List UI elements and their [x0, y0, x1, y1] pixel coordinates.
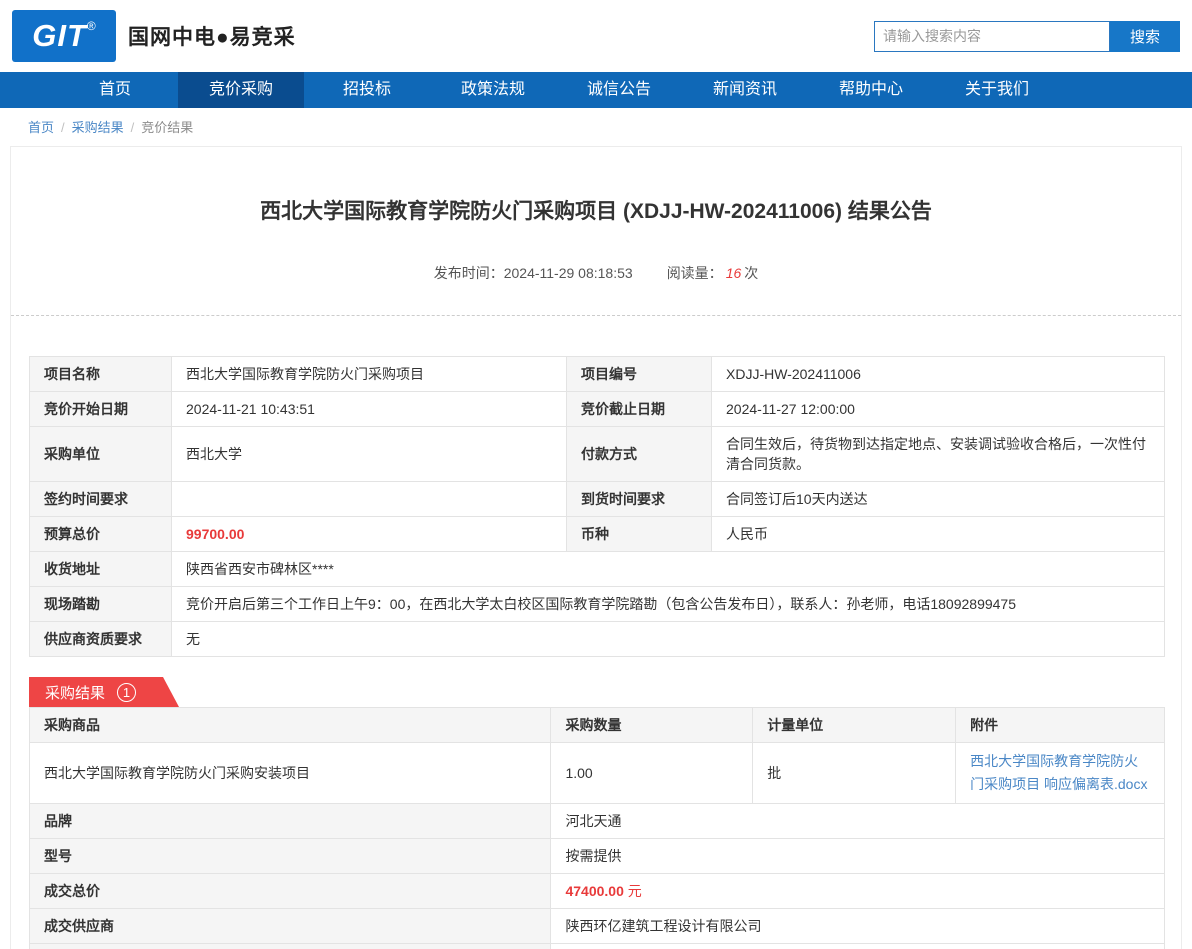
table-row: 采购单位 西北大学 付款方式 合同生效后，待货物到达指定地点、安装调试验收合格后…: [30, 427, 1165, 482]
field-value: [172, 482, 567, 517]
breadcrumb-separator: /: [61, 120, 65, 135]
views-label: 阅读量：: [667, 265, 723, 281]
field-label: 竞价开始日期: [30, 392, 172, 427]
badge-count-circle: 1: [117, 683, 136, 702]
nav-item-tender[interactable]: 招投标: [304, 72, 430, 108]
purchase-result-table: 采购商品 采购数量 计量单位 附件 西北大学国际教育学院防火门采购安装项目 1.…: [29, 707, 1165, 949]
purchase-quantity: 1.00: [551, 743, 753, 804]
field-value: 陕西省西安市碑林区****: [172, 552, 1165, 587]
field-label: 预算总价: [30, 517, 172, 552]
nav-item-bidding-purchase[interactable]: 竞价采购: [178, 72, 304, 108]
field-label: 收货地址: [30, 552, 172, 587]
breadcrumb-current: 竞价结果: [141, 120, 193, 135]
table-row: 供应商资质要求 无: [30, 622, 1165, 657]
nav-item-integrity-notice[interactable]: 诚信公告: [556, 72, 682, 108]
model-value: 按需提供: [551, 839, 1165, 874]
top-header: GIT ® 国网中电●易竞采 搜索: [0, 0, 1192, 72]
publish-time-value: 2024-11-29 08:18:53: [504, 265, 633, 281]
announcement-card: 西北大学国际教育学院防火门采购项目 (XDJJ-HW-202411006) 结果…: [10, 146, 1182, 949]
dashed-divider: [11, 315, 1181, 316]
search-bar: 搜索: [874, 21, 1180, 52]
field-label: 采购单位: [30, 427, 172, 482]
purchase-result-badge: 采购结果 1: [29, 677, 179, 707]
nav-item-news[interactable]: 新闻资讯: [682, 72, 808, 108]
badge-label: 采购结果: [45, 682, 105, 703]
field-value: 人民币: [712, 517, 1165, 552]
field-value: 西北大学国际教育学院防火门采购项目: [172, 357, 567, 392]
field-label: 币种: [567, 517, 712, 552]
field-value: 竞价开启后第三个工作日上午9：00，在西北大学太白校区国际教育学院踏勘（包含公告…: [172, 587, 1165, 622]
field-label: 型号: [30, 839, 551, 874]
table-row: 成交供应商 陕西环亿建筑工程设计有限公司: [30, 909, 1165, 944]
breadcrumb-home[interactable]: 首页: [28, 120, 54, 135]
field-label: 到货时间要求: [567, 482, 712, 517]
table-row: 型号 按需提供: [30, 839, 1165, 874]
column-header: 附件: [956, 708, 1165, 743]
table-row: 收货地址 陕西省西安市碑林区****: [30, 552, 1165, 587]
breadcrumb-separator: /: [131, 120, 135, 135]
deal-total-price: 47400.00 元: [551, 874, 1165, 909]
field-label: 签约时间要求: [30, 482, 172, 517]
warranty-service: 响应时效：即时响应（包括电话响应）；电话响应无法解决24小时内到达现场。修复时间…: [551, 944, 1165, 949]
field-value: 无: [172, 622, 1165, 657]
field-value: 西北大学: [172, 427, 567, 482]
search-input[interactable]: [874, 21, 1110, 52]
winning-supplier: 陕西环亿建筑工程设计有限公司: [551, 909, 1165, 944]
registered-mark-icon: ®: [87, 16, 96, 36]
field-label: 现场踏勘: [30, 587, 172, 622]
field-value: 2024-11-21 10:43:51: [172, 392, 567, 427]
field-value: 合同生效后，待货物到达指定地点、安装调试验收合格后，一次性付清合同货款。: [712, 427, 1165, 482]
field-label: 付款方式: [567, 427, 712, 482]
table-row: 竞价开始日期 2024-11-21 10:43:51 竞价截止日期 2024-1…: [30, 392, 1165, 427]
attachment-link[interactable]: 西北大学国际教育学院防火门采购项目 响应偏离表.docx: [970, 753, 1147, 792]
site-brand-title: 国网中电●易竞采: [128, 21, 296, 51]
logo-text: GIT: [32, 10, 87, 62]
field-label: 成交供应商: [30, 909, 551, 944]
measure-unit: 批: [753, 743, 956, 804]
field-label: 竞价截止日期: [567, 392, 712, 427]
field-label: 项目编号: [567, 357, 712, 392]
table-row: 质保及售后服务 响应时效：即时响应（包括电话响应）；电话响应无法解决24小时内到…: [30, 944, 1165, 949]
article-meta: 发布时间：2024-11-29 08:18:53 阅读量：16次: [29, 225, 1163, 315]
product-name: 西北大学国际教育学院防火门采购安装项目: [30, 743, 551, 804]
field-label: 成交总价: [30, 874, 551, 909]
field-label: 项目名称: [30, 357, 172, 392]
column-header: 采购数量: [551, 708, 753, 743]
publish-time-label: 发布时间：: [434, 265, 504, 281]
field-value: 合同签订后10天内送达: [712, 482, 1165, 517]
field-label: 质保及售后服务: [30, 944, 551, 949]
table-row: 预算总价 99700.00 币种 人民币: [30, 517, 1165, 552]
table-header-row: 采购商品 采购数量 计量单位 附件: [30, 708, 1165, 743]
views-count: 16: [726, 265, 742, 281]
field-label: 供应商资质要求: [30, 622, 172, 657]
attachment-cell: 西北大学国际教育学院防火门采购项目 响应偏离表.docx: [956, 743, 1165, 804]
budget-total-value: 99700.00: [172, 517, 567, 552]
column-header: 计量单位: [753, 708, 956, 743]
table-row: 品牌 河北天通: [30, 804, 1165, 839]
table-row: 签约时间要求 到货时间要求 合同签订后10天内送达: [30, 482, 1165, 517]
git-logo[interactable]: GIT ®: [12, 10, 116, 62]
table-row: 西北大学国际教育学院防火门采购安装项目 1.00 批 西北大学国际教育学院防火门…: [30, 743, 1165, 804]
column-header: 采购商品: [30, 708, 551, 743]
nav-item-home[interactable]: 首页: [52, 72, 178, 108]
result-section-header: 采购结果 1: [29, 677, 1165, 707]
field-value: XDJJ-HW-202411006: [712, 357, 1165, 392]
search-button[interactable]: 搜索: [1110, 21, 1180, 52]
views-unit: 次: [744, 265, 758, 281]
nav-item-policy[interactable]: 政策法规: [430, 72, 556, 108]
nav-item-help-center[interactable]: 帮助中心: [808, 72, 934, 108]
table-row: 项目名称 西北大学国际教育学院防火门采购项目 项目编号 XDJJ-HW-2024…: [30, 357, 1165, 392]
brand-value: 河北天通: [551, 804, 1165, 839]
breadcrumb-purchase-results[interactable]: 采购结果: [72, 120, 124, 135]
nav-item-about-us[interactable]: 关于我们: [934, 72, 1060, 108]
project-info-table: 项目名称 西北大学国际教育学院防火门采购项目 项目编号 XDJJ-HW-2024…: [29, 356, 1165, 657]
table-row: 成交总价 47400.00 元: [30, 874, 1165, 909]
field-value: 2024-11-27 12:00:00: [712, 392, 1165, 427]
breadcrumb: 首页 / 采购结果 / 竞价结果: [0, 108, 1192, 144]
table-row: 现场踏勘 竞价开启后第三个工作日上午9：00，在西北大学太白校区国际教育学院踏勘…: [30, 587, 1165, 622]
page-title: 西北大学国际教育学院防火门采购项目 (XDJJ-HW-202411006) 结果…: [29, 147, 1163, 225]
field-label: 品牌: [30, 804, 551, 839]
main-nav: 首页 竞价采购 招投标 政策法规 诚信公告 新闻资讯 帮助中心 关于我们: [0, 72, 1192, 108]
